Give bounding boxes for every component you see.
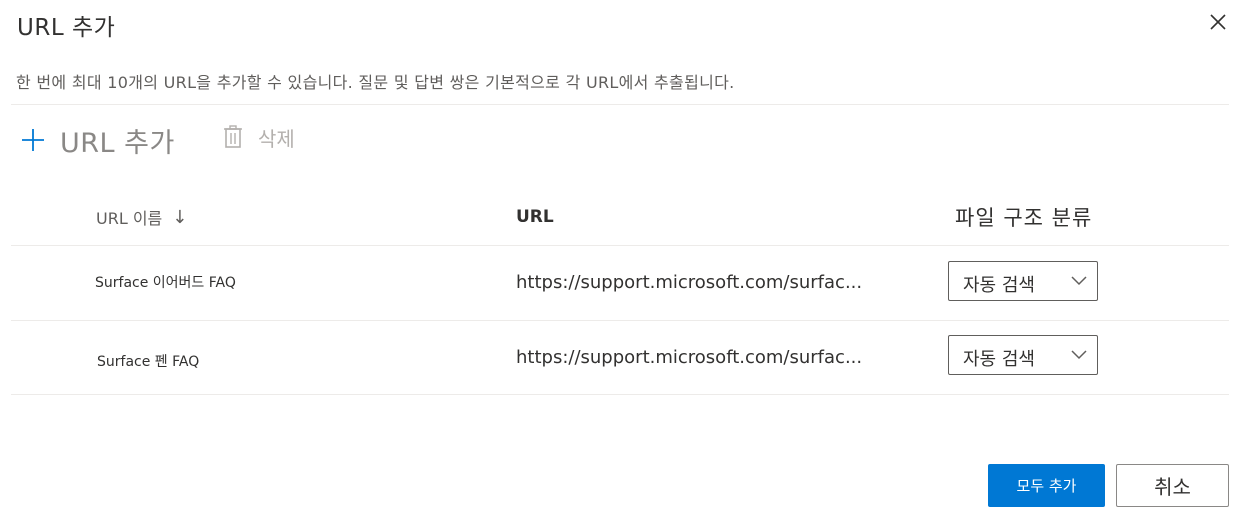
trash-icon: [224, 125, 242, 148]
column-header-structure[interactable]: 파일 구조 분류: [955, 203, 1092, 231]
delete-label: 삭제: [258, 126, 295, 151]
header-divider: [11, 104, 1229, 105]
row-url: https://support.microsoft.com/surfac...: [516, 272, 863, 293]
close-button[interactable]: [1204, 8, 1232, 36]
add-url-button[interactable]: URL 추가: [20, 120, 175, 160]
structure-dropdown[interactable]: 자동 검색: [948, 335, 1098, 375]
row-url: https://support.microsoft.com/surfac...: [516, 347, 863, 368]
column-header-url-name[interactable]: URL 이름 ↓: [96, 203, 187, 231]
dialog-title: URL 추가: [17, 15, 116, 41]
plus-icon: [22, 129, 44, 151]
delete-button[interactable]: 삭제: [222, 121, 295, 153]
row-url-name: Surface 이어버드 FAQ: [95, 275, 236, 291]
row-url-name: Surface 펜 FAQ: [97, 354, 200, 370]
column-header-url-label: URL: [516, 207, 554, 227]
chevron-down-icon: [1071, 276, 1087, 286]
arrow-down-icon: ↓: [172, 206, 188, 228]
column-header-structure-label: 파일 구조 분류: [955, 206, 1093, 230]
close-icon: [1210, 14, 1226, 30]
structure-dropdown[interactable]: 자동 검색: [948, 261, 1098, 301]
chevron-down-icon: [1071, 350, 1087, 360]
add-all-button[interactable]: 모두 추가: [988, 464, 1105, 507]
structure-dropdown-value: 자동 검색: [963, 349, 1035, 370]
column-header-url-name-label: URL 이름: [96, 209, 163, 228]
cancel-button[interactable]: 취소: [1116, 464, 1229, 507]
structure-dropdown-value: 자동 검색: [963, 275, 1035, 296]
dialog-description: 한 번에 최대 10개의 URL을 추가할 수 있습니다. 질문 및 답변 쌍은…: [16, 73, 735, 92]
table-row[interactable]: Surface 펜 FAQ https://support.microsoft.…: [11, 320, 1229, 394]
add-url-dialog: URL 추가 한 번에 최대 10개의 URL을 추가할 수 있습니다. 질문 …: [0, 0, 1238, 530]
column-header-url[interactable]: URL: [516, 203, 554, 231]
table-row[interactable]: Surface 이어버드 FAQ https://support.microso…: [11, 246, 1229, 320]
add-url-label: URL 추가: [60, 127, 175, 159]
row-divider: [11, 394, 1229, 395]
